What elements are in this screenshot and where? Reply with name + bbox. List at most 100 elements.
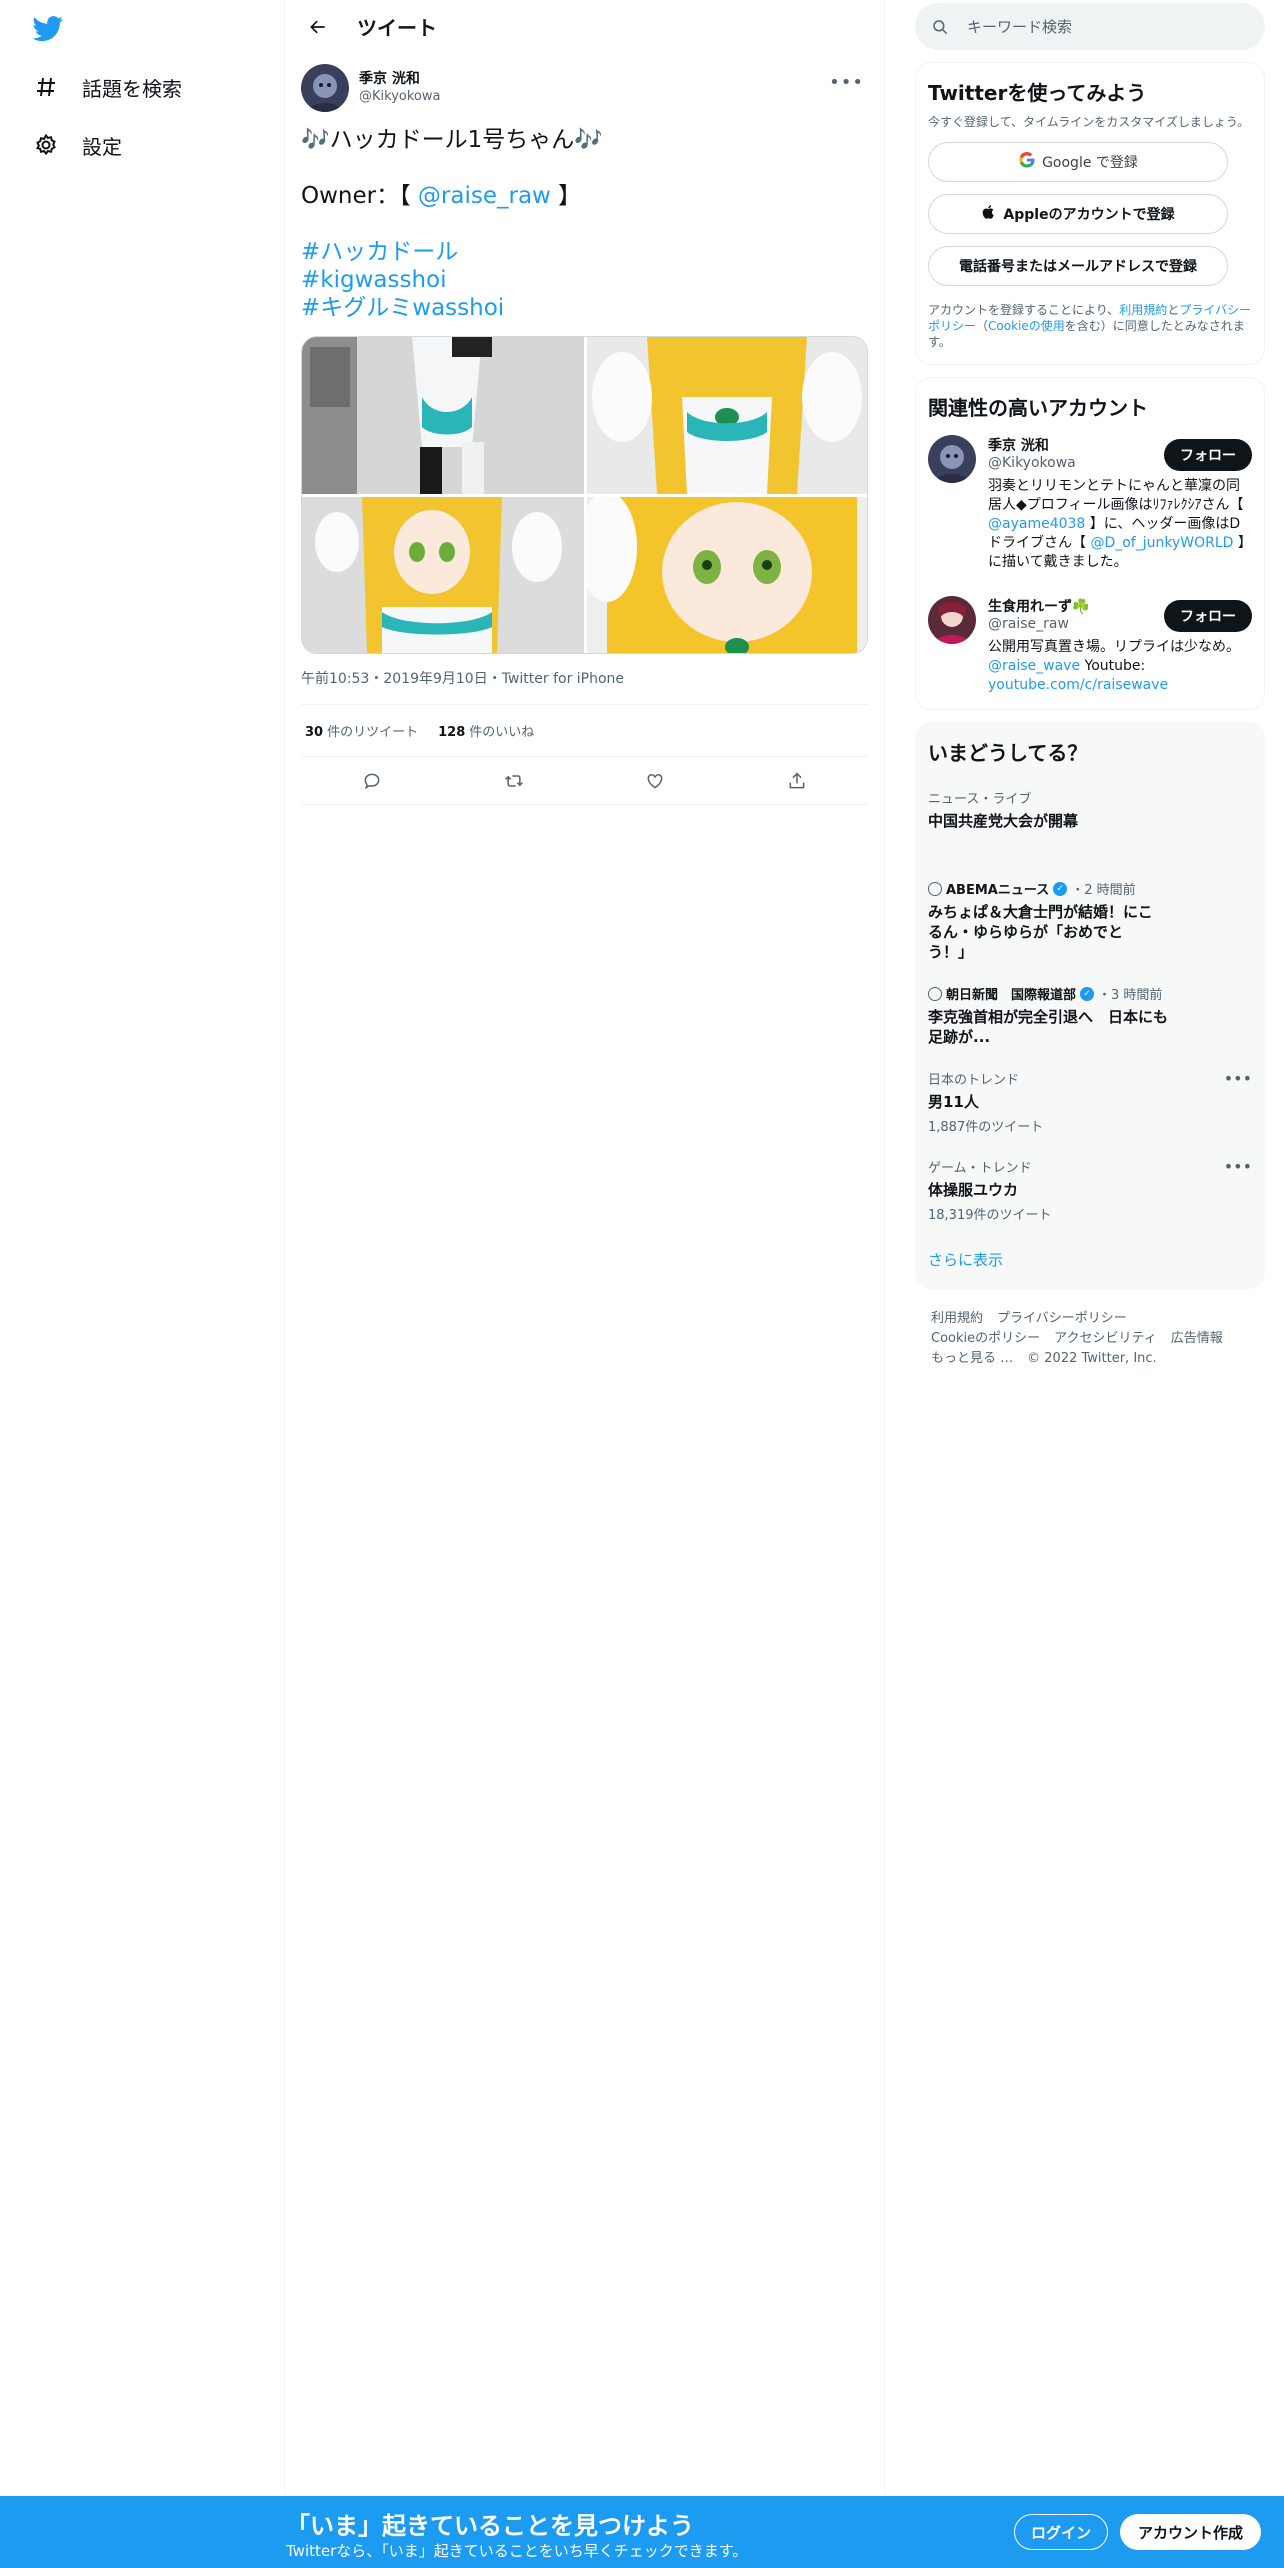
nav-settings[interactable]: 設定 (32, 125, 122, 165)
tweet-photo[interactable] (302, 337, 584, 494)
twitter-bird-icon[interactable] (32, 16, 64, 42)
google-icon (1018, 151, 1036, 173)
bio-mention-link[interactable]: @ayame4038 (988, 516, 1085, 532)
footer: 利用規約 プライバシーポリシー Cookieのポリシー アクセシビリティ 広告情報 も… (915, 1309, 1265, 1369)
trend-item[interactable]: ゲーム・トレンド 体操服ユウカ 18,319件のツイート ••• (928, 1157, 1252, 1223)
related-accounts-card: 関連性の高いアカウント 季京 洸和 @Kikyokowa 羽奏とリリモンとテトに… (915, 377, 1265, 710)
verified-icon: ✓ (1080, 986, 1095, 1001)
terms-link[interactable]: 利用規約 (1119, 303, 1167, 317)
trend-source: 朝日新聞 国際報道部 ✓ ・3 時間前 (928, 984, 1252, 1003)
avatar[interactable] (301, 64, 349, 112)
search-box[interactable] (915, 3, 1265, 50)
login-button[interactable]: ログイン (1014, 2514, 1109, 2550)
trend-count: 1,887件のツイート (928, 1120, 1044, 1135)
footer-link[interactable]: 広告情報 (1171, 1331, 1223, 1346)
trend-item[interactable]: 日本のトレンド 男11人 1,887件のツイート ••• (928, 1069, 1252, 1135)
bio-mention-link[interactable]: @raise_wave (988, 658, 1080, 674)
related-account[interactable]: 生食用れーず☘️ @raise_raw 公開用写真置き場。リプライは少なめ。 @… (928, 596, 1252, 695)
show-more-link[interactable]: さらに表示 (928, 1249, 1252, 1270)
tweet-date[interactable]: 2019年9月10日 (369, 671, 487, 687)
legal-text: と (1167, 303, 1180, 317)
retweet-icon (504, 774, 523, 787)
like-stat[interactable]: 128 件のいいね (438, 721, 534, 740)
share-button[interactable] (779, 763, 815, 799)
tweet-client[interactable]: Twitter for iPhone (488, 671, 624, 687)
left-navigation: 話題を検索 設定 (0, 0, 285, 2568)
signup-button[interactable]: アカウント作成 (1120, 2514, 1262, 2550)
footer-link[interactable]: プライバシーポリシー (997, 1311, 1127, 1326)
back-button[interactable] (301, 10, 335, 44)
avatar[interactable] (928, 596, 976, 644)
tweet-photo[interactable] (587, 337, 867, 494)
footer-link[interactable]: もっと見る … (931, 1351, 1013, 1366)
trend-item[interactable]: ニュース・ライブ 中国共産党大会が開幕 (928, 788, 1252, 831)
reply-button[interactable] (354, 763, 390, 799)
owner-prefix: Owner：【 (301, 183, 411, 209)
trend-source: ABEMAニュース ✓ ・2 時間前 (928, 879, 1252, 898)
more-options-icon[interactable]: ••• (829, 72, 864, 93)
footer-link[interactable]: アクセシビリティ (1054, 1331, 1157, 1346)
bio-mention-link[interactable]: @D_of_junkyWORLD (1090, 535, 1233, 551)
apple-signup-label: Appleのアカウントで登録 (1003, 207, 1175, 223)
author-handle[interactable]: @Kikyokowa (359, 88, 440, 106)
bio-url-link[interactable]: youtube.com/c/raisewave (988, 677, 1168, 693)
google-signup-button[interactable]: Google で登録 (928, 142, 1228, 182)
hashtag-link[interactable]: #キグルミwasshoi (301, 294, 868, 322)
more-options-icon[interactable]: ••• (1224, 1157, 1252, 1176)
trend-title: 男11人 (928, 1093, 979, 1111)
signup-subtitle: 今すぐ登録して、タイムラインをカスタマイズしましょう。 (928, 115, 1250, 129)
mention-link[interactable]: @raise_raw (418, 183, 551, 209)
trend-context: ニュース・ライブ (928, 792, 1032, 807)
hashtag-icon (32, 73, 60, 101)
source-name: 朝日新聞 国際報道部 (946, 988, 1077, 1003)
news-source-icon (928, 881, 942, 896)
prompt-subtitle: Twitterなら、「いま」起きていることをいち早くチェックできます。 (286, 2542, 748, 2560)
trend-item[interactable]: 朝日新聞 国際報道部 ✓ ・3 時間前 李克強首相が完全引退へ 日本にも足跡が.… (928, 984, 1252, 1047)
tweet-photo[interactable] (587, 497, 867, 653)
related-account[interactable]: 季京 洸和 @Kikyokowa 羽奏とリリモンとテトにゃんと華凜の同居人◆プロ… (928, 435, 1252, 572)
search-input[interactable] (967, 17, 1227, 36)
more-options-icon[interactable]: ••• (1224, 1069, 1252, 1088)
hashtag-link[interactable]: #kigwasshoi (301, 266, 868, 294)
cookie-link[interactable]: Cookieの使用 (988, 319, 1065, 333)
footer-link[interactable]: Cookieのポリシー (931, 1331, 1040, 1346)
bio-text: 羽奏とリリモンとテトにゃんと華凜の同居人◆プロフィール画像はﾘﾌｧﾚｸｼｱさん【 (988, 478, 1244, 513)
account-bio: 公開用写真置き場。リプライは少なめ。 @raise_wave Youtube: … (988, 638, 1248, 695)
main-column: ツイート 季京 洸和 @Kikyokowa ••• 🎶ハッカドール1号ちゃん🎶 … (285, 0, 885, 2568)
avatar[interactable] (928, 435, 976, 483)
page-title: ツイート (357, 16, 437, 40)
like-button[interactable] (637, 763, 673, 799)
account-bio: 羽奏とリリモンとテトにゃんと華凜の同居人◆プロフィール画像はﾘﾌｧﾚｸｼｱさん【… (988, 477, 1248, 572)
tweet-photo[interactable] (302, 497, 584, 653)
trend-context: 日本のトレンド (928, 1073, 1020, 1088)
nav-explore[interactable]: 話題を検索 (32, 67, 182, 107)
trends-card: いまどうしてる？ ニュース・ライブ 中国共産党大会が開幕 ABEMAニュース ✓… (915, 722, 1265, 1289)
right-sidebar: Twitterを使ってみよう 今すぐ登録して、タイムラインをカスタマイズしましょ… (915, 0, 1265, 1369)
trend-title: 李克強首相が完全引退へ 日本にも足跡が... (928, 1008, 1169, 1046)
source-name: ABEMAニュース (946, 883, 1050, 898)
tweet-time[interactable]: 午前10:53 (301, 671, 369, 687)
author-name[interactable]: 季京 洸和 (359, 70, 440, 88)
trends-title: いまどうしてる？ (928, 741, 1088, 765)
news-source-icon (928, 986, 942, 1001)
apple-signup-button[interactable]: Appleのアカウントで登録 (928, 194, 1228, 234)
like-count: 128 (438, 725, 466, 740)
retweet-button[interactable] (496, 763, 532, 799)
tweet-media (301, 336, 868, 654)
hashtag-link[interactable]: #ハッカドール (301, 238, 868, 266)
tweet: 季京 洸和 @Kikyokowa ••• 🎶ハッカドール1号ちゃん🎶 Owner… (285, 60, 884, 805)
retweet-stat[interactable]: 30 件のリツイート (305, 721, 418, 740)
tweet-stats: 30 件のリツイート 128 件のいいね (301, 705, 868, 757)
legal-text: アカウントを登録することにより、 (928, 303, 1120, 317)
tweet-line: 🎶ハッカドール1号ちゃん🎶 (301, 127, 603, 153)
trend-time: ・3 時間前 (1098, 988, 1163, 1003)
signup-prompt-bar: 「いま」起きていることを見つけよう Twitterなら、「いま」起きていることを… (0, 2496, 1284, 2568)
phone-email-signup-button[interactable]: 電話番号またはメールアドレスで登録 (928, 246, 1228, 286)
trend-item[interactable]: ABEMAニュース ✓ ・2 時間前 みちょぱ＆大倉士門が結婚！にこるん・ゆらゆ… (928, 879, 1252, 962)
follow-button[interactable]: フォロー (1164, 600, 1252, 632)
follow-button[interactable]: フォロー (1164, 439, 1252, 471)
share-icon (789, 771, 805, 788)
apple-icon (981, 204, 997, 224)
tweet-owner-line: Owner：【 @raise_raw 】 (301, 182, 868, 210)
footer-link[interactable]: 利用規約 (931, 1311, 983, 1326)
